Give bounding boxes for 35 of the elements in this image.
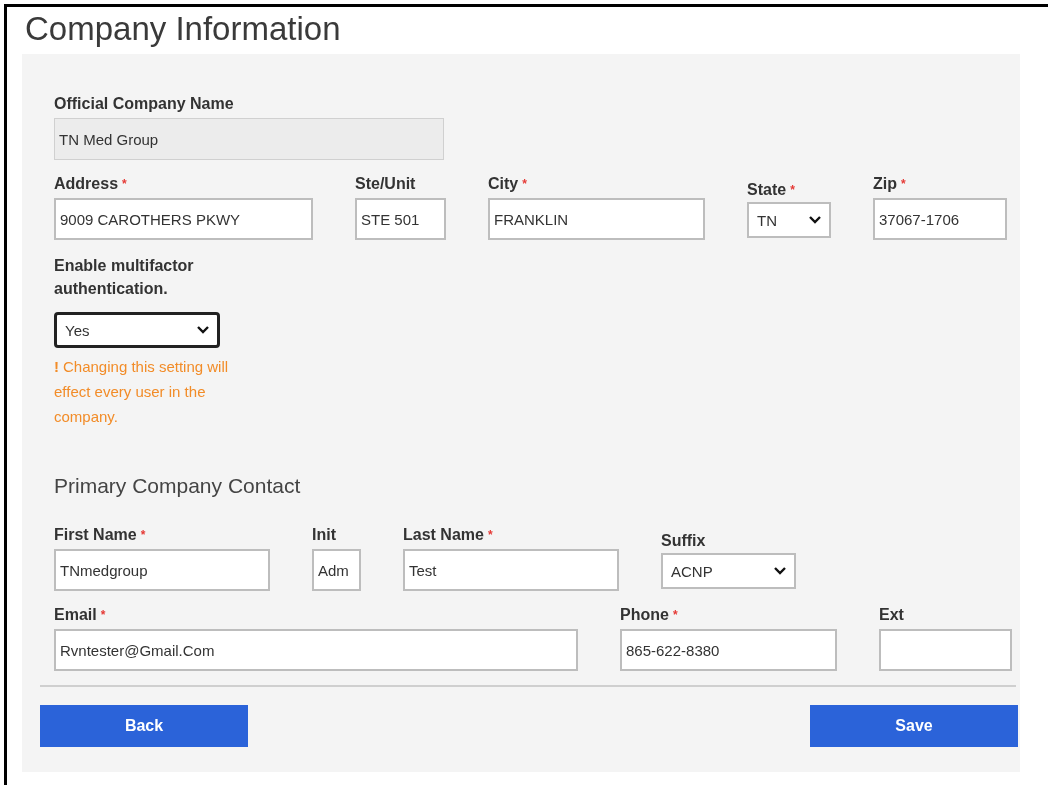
section-heading: Primary Company Contact bbox=[54, 473, 302, 499]
field-label: Official Company Name bbox=[54, 94, 235, 114]
chevron-down-icon bbox=[197, 326, 209, 334]
chevron-down-icon bbox=[809, 216, 821, 224]
field-label: Ext bbox=[879, 605, 905, 625]
field-label: Phone * bbox=[620, 605, 679, 625]
field-label: City * bbox=[488, 174, 528, 194]
input-field[interactable]: Adm bbox=[312, 549, 361, 591]
field-label: First Name * bbox=[54, 525, 147, 545]
input-field[interactable]: 9009 CAROTHERS PKWY bbox=[54, 198, 313, 240]
field-label: Email * bbox=[54, 605, 107, 625]
field-label: Ste/Unit bbox=[355, 174, 417, 194]
field-label: Suffix bbox=[661, 531, 707, 551]
dropdown[interactable]: ACNP bbox=[661, 553, 796, 589]
input-field[interactable]: 37067-1706 bbox=[873, 198, 1007, 240]
save-button[interactable]: Save bbox=[810, 705, 1018, 747]
chevron-down-icon bbox=[774, 567, 786, 575]
input-field[interactable]: Test bbox=[403, 549, 619, 591]
field-label: Zip * bbox=[873, 174, 907, 194]
back-button[interactable]: Back bbox=[40, 705, 248, 747]
input-field[interactable] bbox=[879, 629, 1012, 671]
input-field[interactable]: Rvntester@Gmail.Com bbox=[54, 629, 578, 671]
input-field[interactable]: STE 501 bbox=[355, 198, 446, 240]
warning-text: ! Changing this setting will effect every user in the company. bbox=[54, 357, 230, 427]
input-field[interactable]: FRANKLIN bbox=[488, 198, 705, 240]
field-label: Last Name * bbox=[403, 525, 494, 545]
dropdown[interactable]: Yes bbox=[54, 312, 220, 348]
field-label: Init bbox=[312, 525, 337, 545]
input-field[interactable]: 865-622-8380 bbox=[620, 629, 837, 671]
field-label: State * bbox=[747, 180, 796, 200]
field-label: Address * bbox=[54, 174, 128, 194]
field-label: Enable multifactor authentication. bbox=[54, 256, 195, 299]
input-field[interactable]: TNmedgroup bbox=[54, 549, 270, 591]
page-title: Company Information bbox=[24, 9, 342, 49]
dropdown[interactable]: TN bbox=[747, 202, 831, 238]
